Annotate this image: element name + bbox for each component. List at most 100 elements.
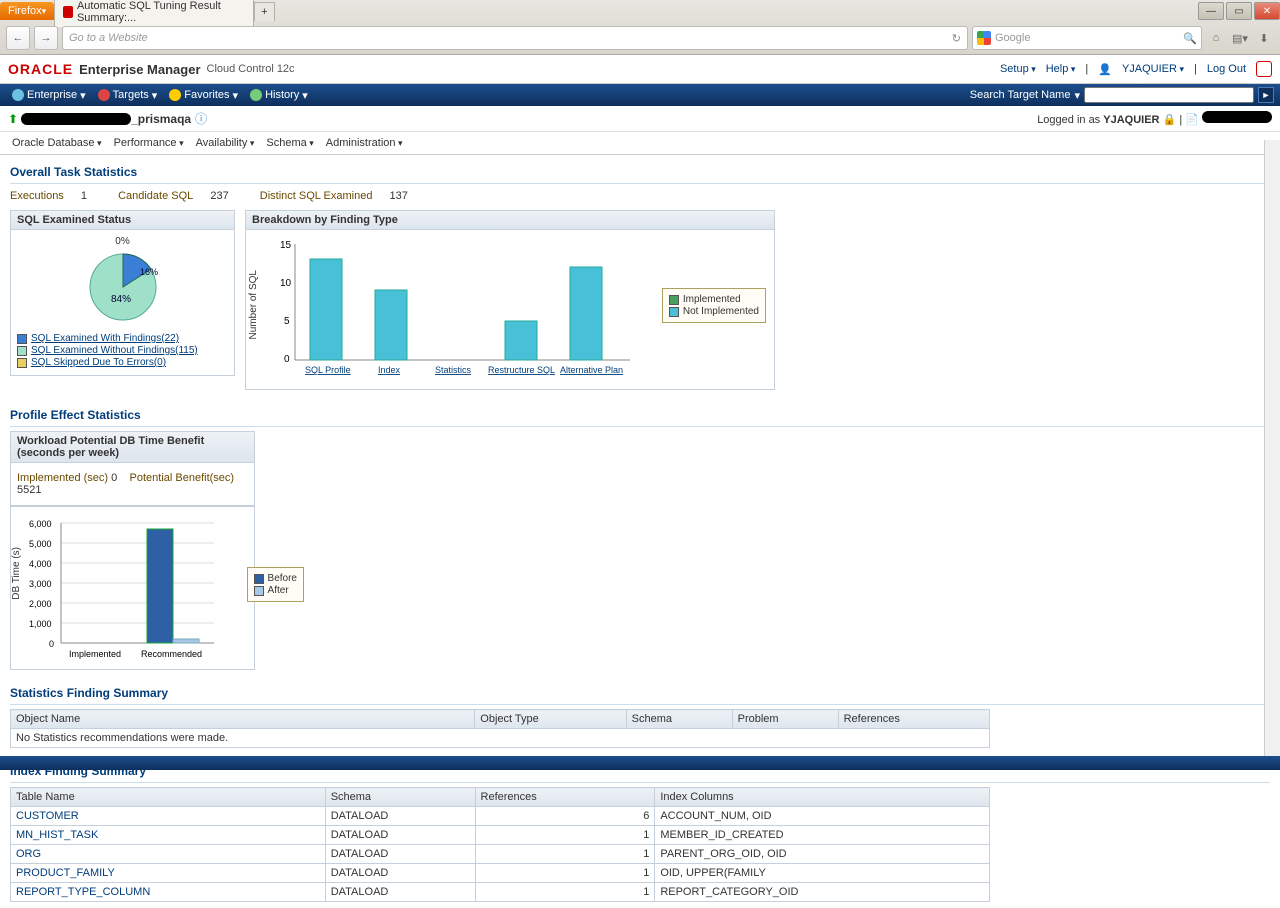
- stat-finding-table: Object Name Object Type Schema Problem R…: [10, 709, 990, 748]
- new-tab-button[interactable]: +: [254, 2, 274, 21]
- lock-icon: 🔒: [1163, 114, 1177, 126]
- legend-with-findings[interactable]: SQL Examined With Findings(22): [31, 333, 179, 344]
- search-target-input[interactable]: [1084, 87, 1254, 103]
- pie-label-top: 0%: [17, 236, 228, 247]
- svg-text:1,000: 1,000: [29, 619, 52, 629]
- table-link[interactable]: MN_HIST_TASK: [16, 829, 98, 841]
- sql-examined-status-panel: SQL Examined Status 0% 16% 84% SQL Exami…: [10, 210, 235, 390]
- profile-effect-header: Profile Effect Statistics: [10, 404, 1270, 427]
- svg-text:16%: 16%: [140, 267, 158, 277]
- table-link[interactable]: REPORT_TYPE_COLUMN: [16, 886, 150, 898]
- firefox-menu-button[interactable]: Firefox: [0, 2, 54, 20]
- sub-nav: Oracle Database Performance Availability…: [0, 132, 1280, 155]
- table-row: REPORT_TYPE_COLUMNDATALOAD1REPORT_CATEGO…: [11, 883, 990, 902]
- browser-tab[interactable]: Automatic SQL Tuning Result Summary:...: [54, 0, 254, 27]
- table-row: No Statistics recommendations were made.: [11, 729, 990, 748]
- product-edition: Cloud Control 12c: [207, 63, 295, 75]
- table-link[interactable]: CUSTOMER: [16, 810, 79, 822]
- svg-text:Implemented: Implemented: [69, 649, 121, 659]
- table-row: MN_HIST_TASKDATALOAD1MEMBER_ID_CREATED: [11, 826, 990, 845]
- subnav-oracle-database[interactable]: Oracle Database: [8, 135, 106, 151]
- oracle-logo: ORACLE: [8, 61, 73, 77]
- svg-text:Alternative Plan: Alternative Plan: [560, 365, 623, 375]
- tab-title: Automatic SQL Tuning Result Summary:...: [77, 0, 245, 24]
- setup-menu[interactable]: Setup: [1000, 63, 1036, 75]
- info-icon[interactable]: ⓘ: [195, 110, 207, 127]
- svg-text:Restructure SQL: Restructure SQL: [488, 365, 555, 375]
- svg-text:2,000: 2,000: [29, 599, 52, 609]
- breakdown-title: Breakdown by Finding Type: [245, 210, 775, 230]
- main-nav: Enterprise ▾ Targets ▾ Favorites ▾ Histo…: [0, 84, 1280, 106]
- index-finding-table: Table Name Schema References Index Colum…: [10, 787, 990, 902]
- bookmarks-icon[interactable]: ▤▾: [1230, 28, 1250, 48]
- svg-text:4,000: 4,000: [29, 559, 52, 569]
- search-target-go[interactable]: ►: [1258, 87, 1274, 103]
- downloads-icon[interactable]: ⬇: [1254, 28, 1274, 48]
- back-button[interactable]: ←: [6, 26, 30, 50]
- browser-chrome: Firefox Automatic SQL Tuning Result Summ…: [0, 0, 1280, 55]
- nav-favorites[interactable]: Favorites ▾: [163, 89, 244, 102]
- google-icon: [977, 31, 991, 45]
- tab-favicon: [63, 6, 73, 18]
- user-icon: 👤: [1098, 63, 1112, 76]
- url-bar[interactable]: Go to a Website↻: [62, 26, 968, 50]
- window-maximize[interactable]: ▭: [1226, 2, 1252, 20]
- targets-icon: [98, 89, 110, 101]
- favorites-icon: [169, 89, 181, 101]
- table-link[interactable]: PRODUCT_FAMILY: [16, 867, 115, 879]
- subnav-administration[interactable]: Administration: [322, 135, 407, 151]
- sql-examined-status-title: SQL Examined Status: [10, 210, 235, 230]
- svg-text:Index: Index: [378, 365, 401, 375]
- vertical-scrollbar[interactable]: [1264, 140, 1280, 756]
- svg-text:84%: 84%: [111, 294, 131, 305]
- oracle-header: ORACLE Enterprise Manager Cloud Control …: [0, 55, 1280, 84]
- table-row: PRODUCT_FAMILYDATALOAD1OID, UPPER(FAMILY: [11, 864, 990, 883]
- breakdown-panel: Breakdown by Finding Type Number of SQL …: [245, 210, 775, 390]
- table-link[interactable]: ORG: [16, 848, 41, 860]
- workload-legend: Before After: [247, 567, 304, 602]
- target-name-suffix: _prismaqa: [131, 112, 191, 126]
- svg-text:5: 5: [284, 316, 290, 327]
- forward-button[interactable]: →: [34, 26, 58, 50]
- nav-enterprise[interactable]: Enterprise ▾: [6, 89, 92, 102]
- product-name: Enterprise Manager: [79, 62, 200, 77]
- legend-skipped-errors[interactable]: SQL Skipped Due To Errors(0): [31, 357, 166, 368]
- subnav-availability[interactable]: Availability: [192, 135, 259, 151]
- target-name-redacted: [21, 113, 131, 125]
- breakdown-ylabel: Number of SQL: [248, 270, 259, 339]
- svg-text:3,000: 3,000: [29, 579, 52, 589]
- overall-stats-row: Executions 1 Candidate SQL 237 Distinct …: [10, 188, 1270, 204]
- home-icon[interactable]: ⌂: [1206, 28, 1226, 48]
- pie-legend: SQL Examined With Findings(22) SQL Exami…: [17, 333, 228, 368]
- help-menu[interactable]: Help: [1046, 63, 1076, 75]
- logged-in-user: YJAQUIER: [1103, 114, 1159, 126]
- logged-in-label: Logged in as: [1037, 114, 1100, 126]
- svg-text:5,000: 5,000: [29, 539, 52, 549]
- host-redacted: [1202, 111, 1272, 123]
- svg-text:10: 10: [280, 278, 292, 289]
- table-row: CUSTOMERDATALOAD6ACCOUNT_NUM, OID: [11, 807, 990, 826]
- window-minimize[interactable]: —: [1198, 2, 1224, 20]
- svg-text:SQL Profile: SQL Profile: [305, 365, 351, 375]
- legend-without-findings[interactable]: SQL Examined Without Findings(115): [31, 345, 198, 356]
- svg-text:0: 0: [49, 639, 54, 649]
- workload-chart: 6,000 5,000 4,000 3,000 2,000 1,000 0 Im…: [29, 515, 219, 665]
- workload-ylabel: DB Time (s): [11, 547, 22, 600]
- brand-icon: [1256, 61, 1272, 77]
- pie-chart: 16% 84%: [63, 247, 183, 327]
- nav-targets[interactable]: Targets ▾: [92, 89, 164, 102]
- stat-finding-header: Statistics Finding Summary: [10, 682, 1270, 705]
- nav-history[interactable]: History ▾: [244, 89, 314, 102]
- overall-task-statistics-header: Overall Task Statistics: [10, 161, 1270, 184]
- subnav-schema[interactable]: Schema: [262, 135, 317, 151]
- svg-text:0: 0: [284, 354, 290, 365]
- browser-search[interactable]: Google 🔍: [972, 26, 1202, 50]
- target-bar: ⬆ _prismaqa ⓘ Logged in as YJAQUIER 🔒 | …: [0, 106, 1280, 132]
- workload-title: Workload Potential DB Time Benefit (seco…: [10, 431, 255, 463]
- status-bar: [0, 756, 1280, 770]
- logout-link[interactable]: Log Out: [1207, 63, 1246, 75]
- user-menu[interactable]: YJAQUIER: [1122, 63, 1184, 75]
- table-header-row: Object Name Object Type Schema Problem R…: [11, 710, 990, 729]
- window-close[interactable]: ✕: [1254, 2, 1280, 20]
- subnav-performance[interactable]: Performance: [110, 135, 188, 151]
